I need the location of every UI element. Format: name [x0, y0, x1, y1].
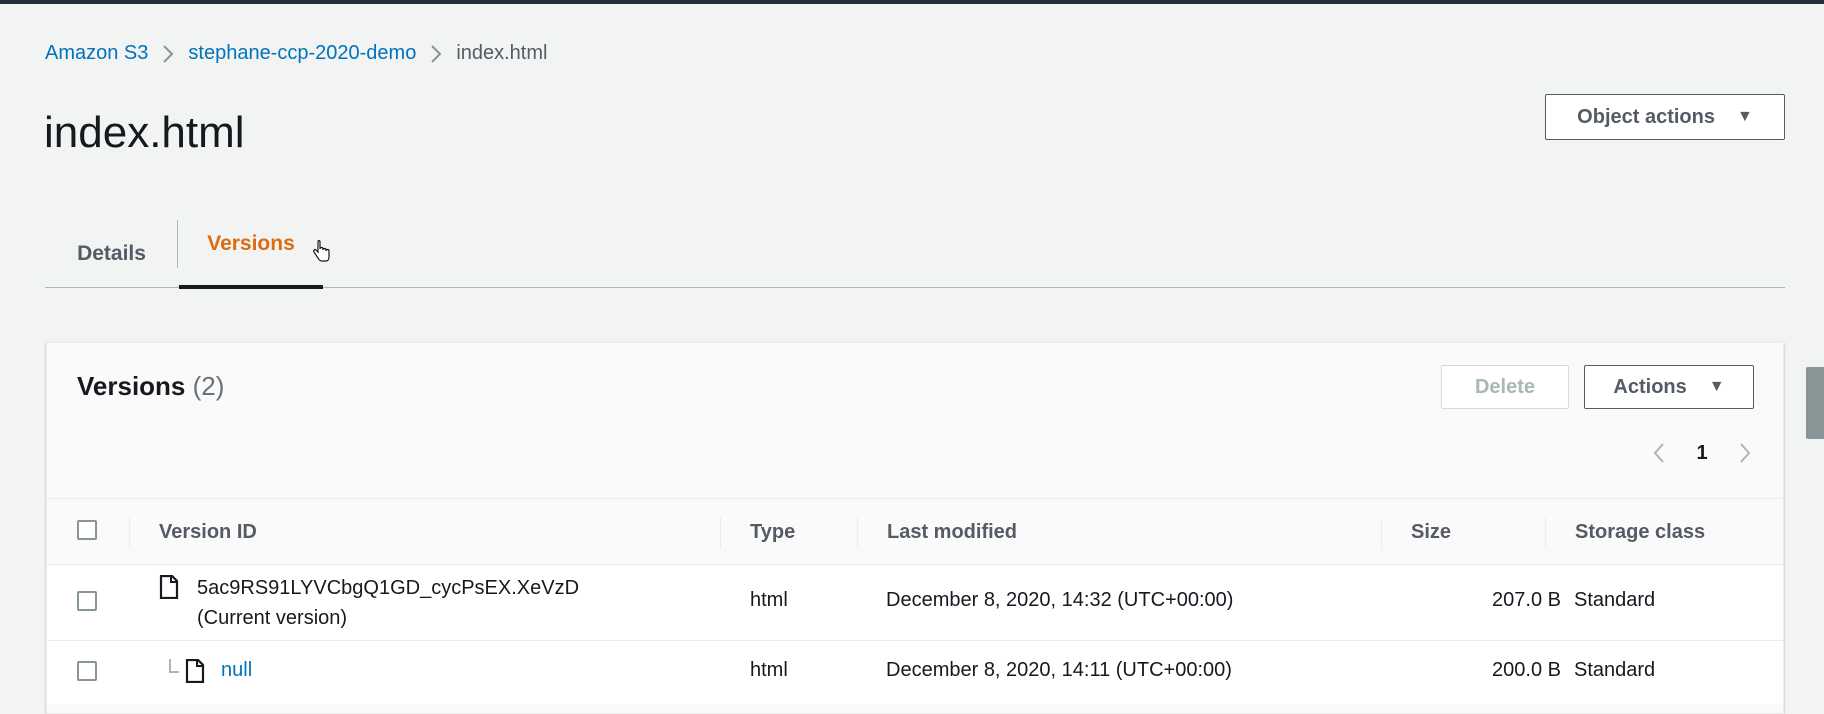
versions-table: Version ID Type Last modified Size Stora… [47, 498, 1783, 704]
current-version-note: (Current version) [197, 607, 348, 629]
caret-down-icon: ▼ [1736, 108, 1753, 125]
column-divider [129, 517, 130, 549]
next-page-icon[interactable] [1733, 438, 1757, 468]
version-id: 5ac9RS91LYVCbgQ1GD_cycPsEX.XeVzD [197, 577, 580, 599]
breadcrumb-amazon-s3[interactable]: Amazon S3 [45, 42, 148, 65]
actions-button[interactable]: Actions ▼ [1584, 365, 1754, 409]
last-modified-cell: December 8, 2020, 14:11 (UTC+00:00) [886, 659, 1232, 681]
column-divider [1545, 517, 1546, 549]
size-cell: 200.0 B [1492, 659, 1561, 681]
tab-bar: Details Versions [45, 220, 1785, 289]
versions-panel-title: Versions (2) [77, 371, 224, 402]
select-all-checkbox[interactable] [77, 520, 97, 540]
column-divider [1381, 517, 1382, 549]
top-navigation-bar [0, 0, 1824, 4]
column-divider [720, 517, 721, 549]
object-actions-button[interactable]: Object actions ▼ [1545, 94, 1785, 140]
column-header-size[interactable]: Size [1411, 499, 1451, 565]
column-header-type[interactable]: Type [750, 499, 795, 565]
table-header: Version ID Type Last modified Size Stora… [47, 498, 1783, 564]
side-panel-toggle[interactable] [1806, 367, 1824, 439]
tree-connector [169, 659, 179, 673]
size-cell: 207.0 B [1492, 589, 1561, 611]
caret-down-icon: ▼ [1708, 378, 1725, 395]
versions-panel: Versions (2) Delete Actions ▼ 1 Version … [46, 342, 1784, 714]
tab-versions[interactable]: Versions [179, 210, 323, 278]
storage-class-cell: Standard [1574, 659, 1656, 681]
version-id-cell: 5ac9RS91LYVCbgQ1GD_cycPsEX.XeVzD (Curren… [197, 573, 579, 633]
type-cell: html [750, 589, 788, 611]
tab-divider [177, 220, 178, 268]
versions-title-text: Versions [77, 371, 186, 401]
breadcrumb-bucket[interactable]: stephane-ccp-2020-demo [188, 42, 416, 65]
table-row: null html December 8, 2020, 14:11 (UTC+0… [47, 640, 1783, 704]
column-header-last-modified[interactable]: Last modified [887, 499, 1017, 565]
version-id-link[interactable]: null [221, 659, 252, 682]
breadcrumb-current: index.html [456, 42, 548, 64]
delete-button[interactable]: Delete [1441, 365, 1569, 409]
row-checkbox[interactable] [77, 591, 97, 611]
file-icon [185, 659, 205, 683]
table-row: 5ac9RS91LYVCbgQ1GD_cycPsEX.XeVzD (Curren… [47, 564, 1783, 640]
current-page-number[interactable]: 1 [1696, 442, 1707, 465]
row-checkbox[interactable] [77, 661, 97, 681]
chevron-right-icon [416, 43, 456, 65]
pagination: 1 [1647, 435, 1757, 471]
actions-label: Actions [1613, 375, 1687, 398]
previous-page-icon[interactable] [1647, 438, 1671, 468]
hand-cursor-icon [313, 240, 330, 262]
column-header-version-id[interactable]: Version ID [159, 499, 257, 565]
chevron-right-icon [148, 43, 188, 65]
last-modified-cell: December 8, 2020, 14:32 (UTC+00:00) [886, 589, 1234, 611]
page-title: index.html [44, 108, 245, 157]
storage-class-cell: Standard [1574, 589, 1656, 611]
column-header-storage-class[interactable]: Storage class [1575, 499, 1705, 565]
column-divider [857, 517, 858, 549]
versions-count: (2) [192, 371, 225, 401]
tab-details[interactable]: Details [45, 220, 178, 288]
file-icon [159, 575, 179, 599]
type-cell: html [750, 659, 788, 681]
breadcrumb: Amazon S3 stephane-ccp-2020-demo index.h… [45, 42, 547, 65]
object-actions-label: Object actions [1577, 105, 1715, 128]
active-tab-indicator [179, 285, 323, 289]
